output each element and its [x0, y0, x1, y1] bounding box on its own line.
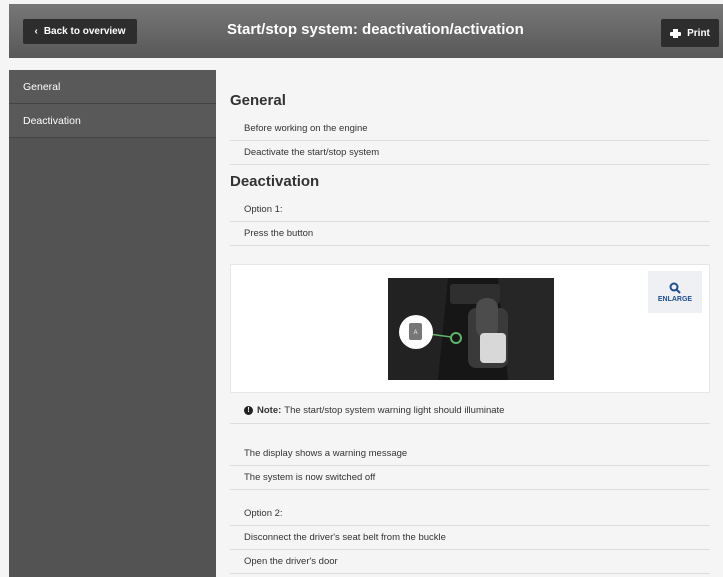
- list-item: The display shows a warning message: [230, 442, 710, 466]
- list-item: Press the button: [230, 222, 710, 246]
- page-title: Start/stop system: deactivation/activati…: [227, 21, 524, 38]
- enlarge-label: ENLARGE: [657, 295, 693, 303]
- list-item: Before working on the engine: [230, 117, 710, 141]
- back-to-overview-button[interactable]: ‹ Back to overview: [23, 19, 137, 44]
- chevron-left-icon: ‹: [34, 26, 38, 37]
- enlarge-button[interactable]: ENLARGE: [648, 271, 702, 313]
- section-heading-general: General: [230, 92, 286, 109]
- section-heading-deactivation: Deactivation: [230, 173, 320, 190]
- sidebar-item-deactivation[interactable]: Deactivation: [9, 104, 216, 138]
- note-text: The start/stop system warning light shou…: [284, 405, 505, 416]
- list-item: Open the driver's door: [230, 550, 710, 574]
- gear-lever-photo[interactable]: A: [388, 278, 554, 380]
- option-2-label: Option 2:: [230, 502, 710, 526]
- info-icon: !: [244, 406, 253, 415]
- note-row: ! Note: The start/stop system warning li…: [230, 398, 710, 424]
- option-1-label: Option 1:: [230, 198, 710, 222]
- figure-box: A ENLARGE: [230, 264, 710, 393]
- note-label: Note:: [257, 405, 282, 416]
- print-button-label: Print: [687, 27, 710, 39]
- list-item: Disconnect the driver's seat belt from t…: [230, 526, 710, 550]
- printer-icon: [670, 28, 682, 38]
- sidebar: General Deactivation: [9, 70, 216, 577]
- header-bar: ‹ Back to overview Start/stop system: de…: [9, 4, 723, 58]
- list-item: The system is now switched off: [230, 466, 710, 490]
- back-button-label: Back to overview: [43, 26, 126, 37]
- sidebar-item-general[interactable]: General: [9, 70, 216, 104]
- magnifier-icon: [669, 282, 681, 294]
- print-button[interactable]: Print: [661, 19, 719, 47]
- list-item: Deactivate the start/stop system: [230, 141, 710, 165]
- main-content: General Before working on the engine Dea…: [230, 70, 710, 577]
